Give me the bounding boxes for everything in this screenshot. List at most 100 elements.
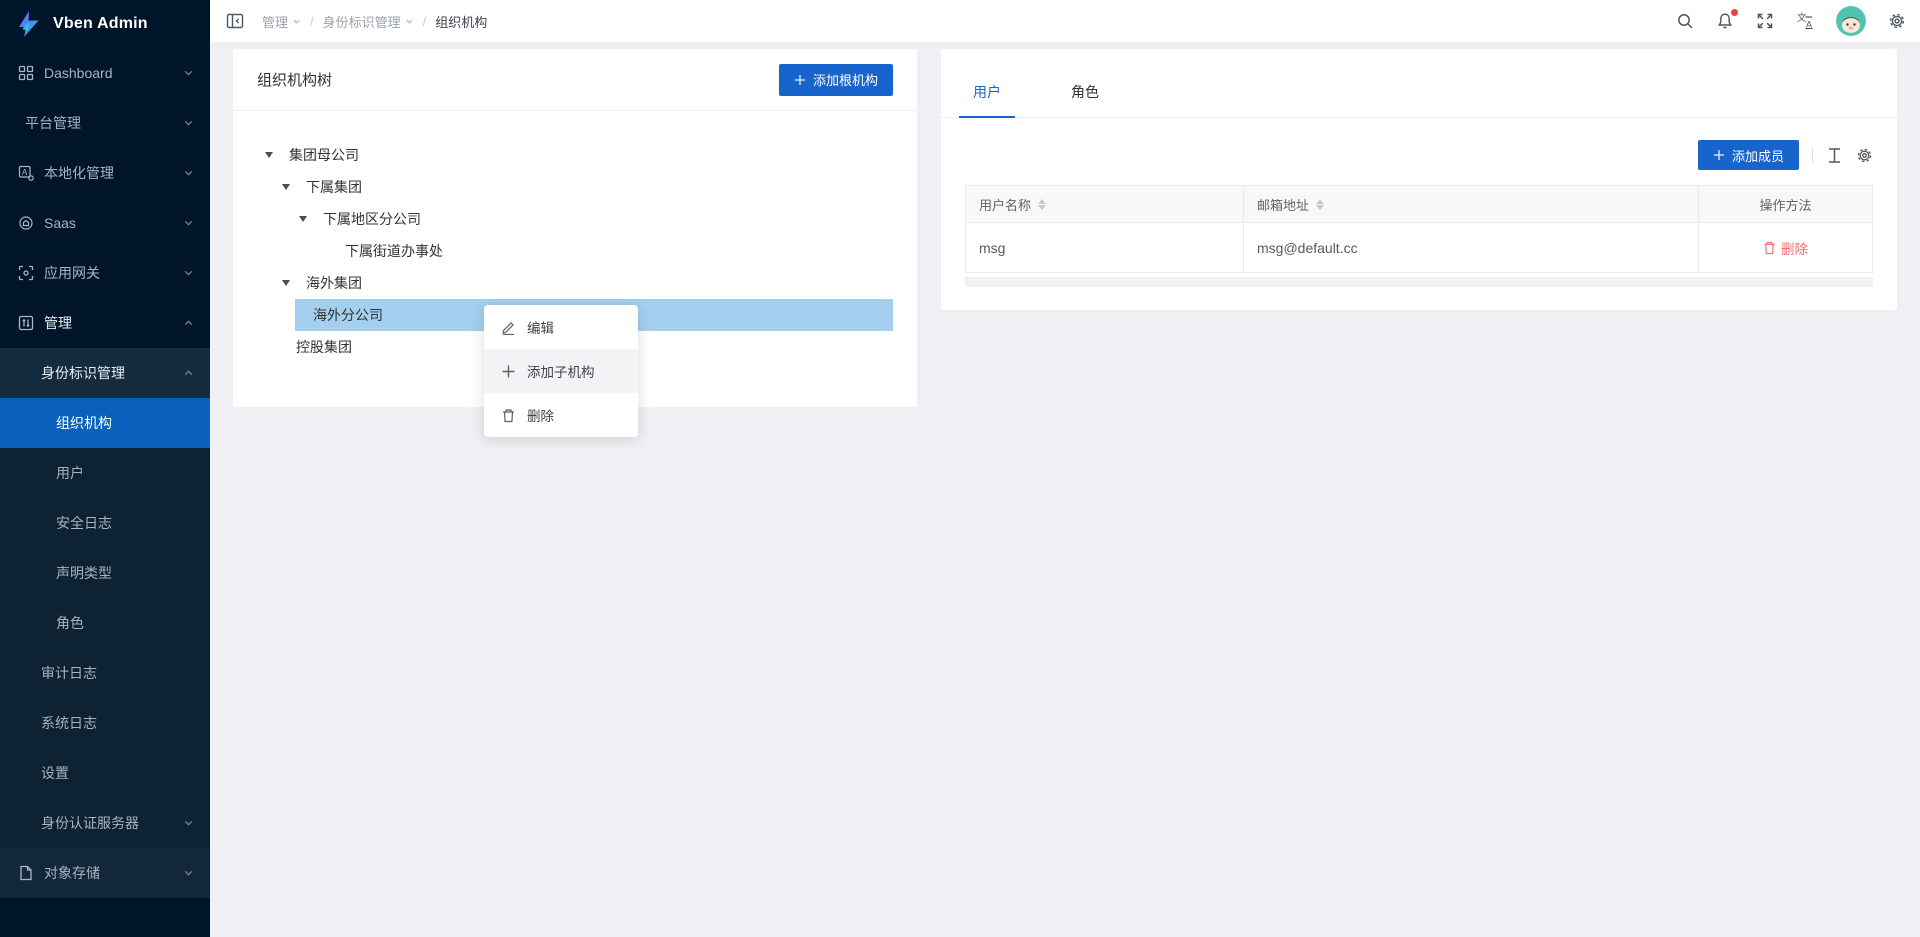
tab-roles[interactable]: 角色 [1057, 82, 1113, 117]
caret-down-icon[interactable] [295, 216, 321, 222]
tree-node-label: 海外分公司 [311, 305, 389, 325]
breadcrumb-item-management[interactable]: 管理 [262, 12, 301, 31]
sidebar-item-organizations[interactable]: 组织机构 [0, 398, 210, 448]
delete-row-button[interactable]: 删除 [1763, 238, 1808, 258]
svg-text:A: A [22, 168, 28, 177]
tree-node-label: 控股集团 [294, 337, 358, 357]
notification-bell-icon[interactable] [1716, 12, 1734, 30]
cell-email: msg@default.cc [1244, 223, 1699, 272]
chevron-down-icon [183, 118, 194, 129]
panel-title: 组织机构树 [257, 69, 332, 90]
menu-fold-icon[interactable] [226, 12, 244, 30]
column-header-username[interactable]: 用户名称 [966, 186, 1244, 223]
sidebar-item-object-storage[interactable]: 对象存储 [0, 848, 210, 898]
context-menu-item-add-child-org[interactable]: 添加子机构 [484, 349, 638, 393]
dashboard-icon [18, 65, 34, 81]
gateway-icon [18, 265, 34, 281]
cell-username: msg [966, 223, 1244, 272]
sidebar-item-label: 应用网关 [44, 263, 100, 283]
caret-down-icon[interactable] [278, 280, 304, 286]
row-height-icon[interactable] [1826, 147, 1843, 164]
tree-node-label: 下属地区分公司 [321, 209, 427, 229]
sidebar-item-label: 身份认证服务器 [41, 813, 139, 833]
column-header-email[interactable]: 邮箱地址 [1244, 186, 1699, 223]
sidebar-item-audit-logs[interactable]: 审计日志 [0, 648, 210, 698]
chevron-down-icon [292, 17, 301, 26]
detail-tabs: 用户 角色 [941, 49, 1897, 118]
context-menu-label: 添加子机构 [527, 361, 595, 381]
sidebar-item-claim-types[interactable]: 声明类型 [0, 548, 210, 598]
tree-node[interactable]: 集团母公司 [261, 139, 893, 171]
chevron-down-icon [183, 868, 194, 879]
tab-users[interactable]: 用户 [959, 82, 1015, 117]
sidebar-item-identity-server[interactable]: 身份认证服务器 [0, 798, 210, 848]
sidebar-item-label: 用户 [56, 463, 84, 483]
plus-icon [501, 364, 516, 379]
sidebar-item-label: 身份标识管理 [41, 363, 125, 383]
sidebar-item-settings[interactable]: 设置 [0, 748, 210, 798]
chevron-down-icon [183, 268, 194, 279]
sidebar-item-label: 系统日志 [41, 713, 97, 733]
plus-icon [1713, 149, 1725, 161]
context-menu-item-edit[interactable]: 编辑 [484, 305, 638, 349]
chevron-down-icon [405, 17, 414, 26]
fullscreen-icon[interactable] [1756, 12, 1774, 30]
logo[interactable]: Vben Admin [0, 0, 210, 48]
members-table: 用户名称 邮箱地址 操作方法 msg msg@default. [965, 185, 1873, 273]
translate-icon[interactable]: 文A [1796, 12, 1814, 30]
sidebar-item-users[interactable]: 用户 [0, 448, 210, 498]
delete-label: 删除 [1781, 238, 1808, 258]
settings-gear-icon[interactable] [1888, 12, 1906, 30]
table-scrollbar-track[interactable] [965, 277, 1873, 287]
tree-node[interactable]: 下属集团 [278, 171, 893, 203]
sidebar-item-label: 管理 [44, 313, 72, 333]
breadcrumb-item-identity-management[interactable]: 身份标识管理 [323, 12, 414, 31]
breadcrumb-separator: / [423, 14, 427, 29]
sidebar-item-system-logs[interactable]: 系统日志 [0, 698, 210, 748]
chevron-up-icon [183, 318, 194, 329]
breadcrumb-item-organizations: 组织机构 [435, 12, 487, 31]
sidebar-item-app-gateway[interactable]: 应用网关 [0, 248, 210, 298]
sidebar-item-roles[interactable]: 角色 [0, 598, 210, 648]
header-actions: 文A [1676, 6, 1906, 36]
table-header-row: 用户名称 邮箱地址 操作方法 [966, 186, 1872, 223]
column-label: 邮箱地址 [1257, 195, 1309, 214]
breadcrumb: 管理 / 身份标识管理 / 组织机构 [262, 12, 487, 31]
top-header: 管理 / 身份标识管理 / 组织机构 [210, 0, 1920, 43]
main-area: 管理 / 身份标识管理 / 组织机构 [210, 0, 1920, 937]
search-icon[interactable] [1676, 12, 1694, 30]
sidebar-item-label: 声明类型 [56, 563, 112, 583]
button-label: 添加成员 [1732, 146, 1784, 165]
sidebar-item-label: Saas [44, 215, 76, 231]
sidebar-item-management[interactable]: 管理 [0, 298, 210, 348]
sidebar-item-identity-management[interactable]: 身份标识管理 [0, 348, 210, 398]
tree-node[interactable]: 下属街道办事处 [327, 235, 893, 267]
caret-down-icon[interactable] [278, 184, 304, 190]
tree-node[interactable]: 下属地区分公司 [295, 203, 893, 235]
sort-icon[interactable] [1316, 199, 1324, 210]
column-label: 用户名称 [979, 195, 1031, 214]
sidebar-item-label: Dashboard [44, 65, 113, 81]
user-avatar[interactable] [1836, 6, 1866, 36]
trash-icon [1763, 241, 1776, 255]
column-settings-gear-icon[interactable] [1856, 147, 1873, 164]
sort-icon[interactable] [1038, 199, 1046, 210]
tree-node-label: 下属集团 [304, 177, 368, 197]
tree-node-label: 集团母公司 [287, 145, 365, 165]
breadcrumb-label: 身份标识管理 [323, 12, 401, 31]
sidebar-item-security-logs[interactable]: 安全日志 [0, 498, 210, 548]
org-tree-panel-header: 组织机构树 添加根机构 [233, 49, 917, 111]
sidebar-item-localization[interactable]: A 本地化管理 [0, 148, 210, 198]
tree-node[interactable]: 海外集团 [278, 267, 893, 299]
sidebar-item-platform-management[interactable]: 平台管理 [0, 98, 210, 148]
context-menu-label: 删除 [527, 405, 554, 425]
context-menu-item-delete[interactable]: 删除 [484, 393, 638, 437]
context-menu-label: 编辑 [527, 317, 554, 337]
sidebar-item-dashboard[interactable]: Dashboard [0, 48, 210, 98]
add-root-org-button[interactable]: 添加根机构 [779, 64, 893, 96]
chevron-up-icon [183, 368, 194, 379]
caret-down-icon[interactable] [261, 152, 287, 158]
sidebar-item-saas[interactable]: Saas [0, 198, 210, 248]
logo-text: Vben Admin [53, 15, 148, 33]
add-member-button[interactable]: 添加成员 [1698, 140, 1799, 170]
